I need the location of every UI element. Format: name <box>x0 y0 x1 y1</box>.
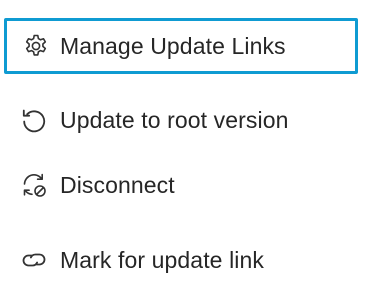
menu-item-label: Disconnect <box>60 172 175 198</box>
menu-item-label: Update to root version <box>60 107 289 133</box>
menu-item-update-to-root-version[interactable]: Update to root version <box>0 90 366 150</box>
menu-item-disconnect[interactable]: Disconnect <box>0 155 366 215</box>
menu-item-label: Mark for update link <box>60 247 264 273</box>
rotate-left-icon <box>20 106 48 134</box>
menu-item-manage-update-links[interactable]: Manage Update Links <box>4 18 358 74</box>
menu-item-mark-for-update-link[interactable]: Mark for update link <box>0 230 366 290</box>
gear-icon <box>22 32 50 60</box>
menu-item-label: Manage Update Links <box>60 33 286 59</box>
context-menu: Manage Update Links Update to root versi… <box>0 0 366 275</box>
disconnect-sync-icon <box>20 171 48 199</box>
link-icon <box>20 246 48 274</box>
